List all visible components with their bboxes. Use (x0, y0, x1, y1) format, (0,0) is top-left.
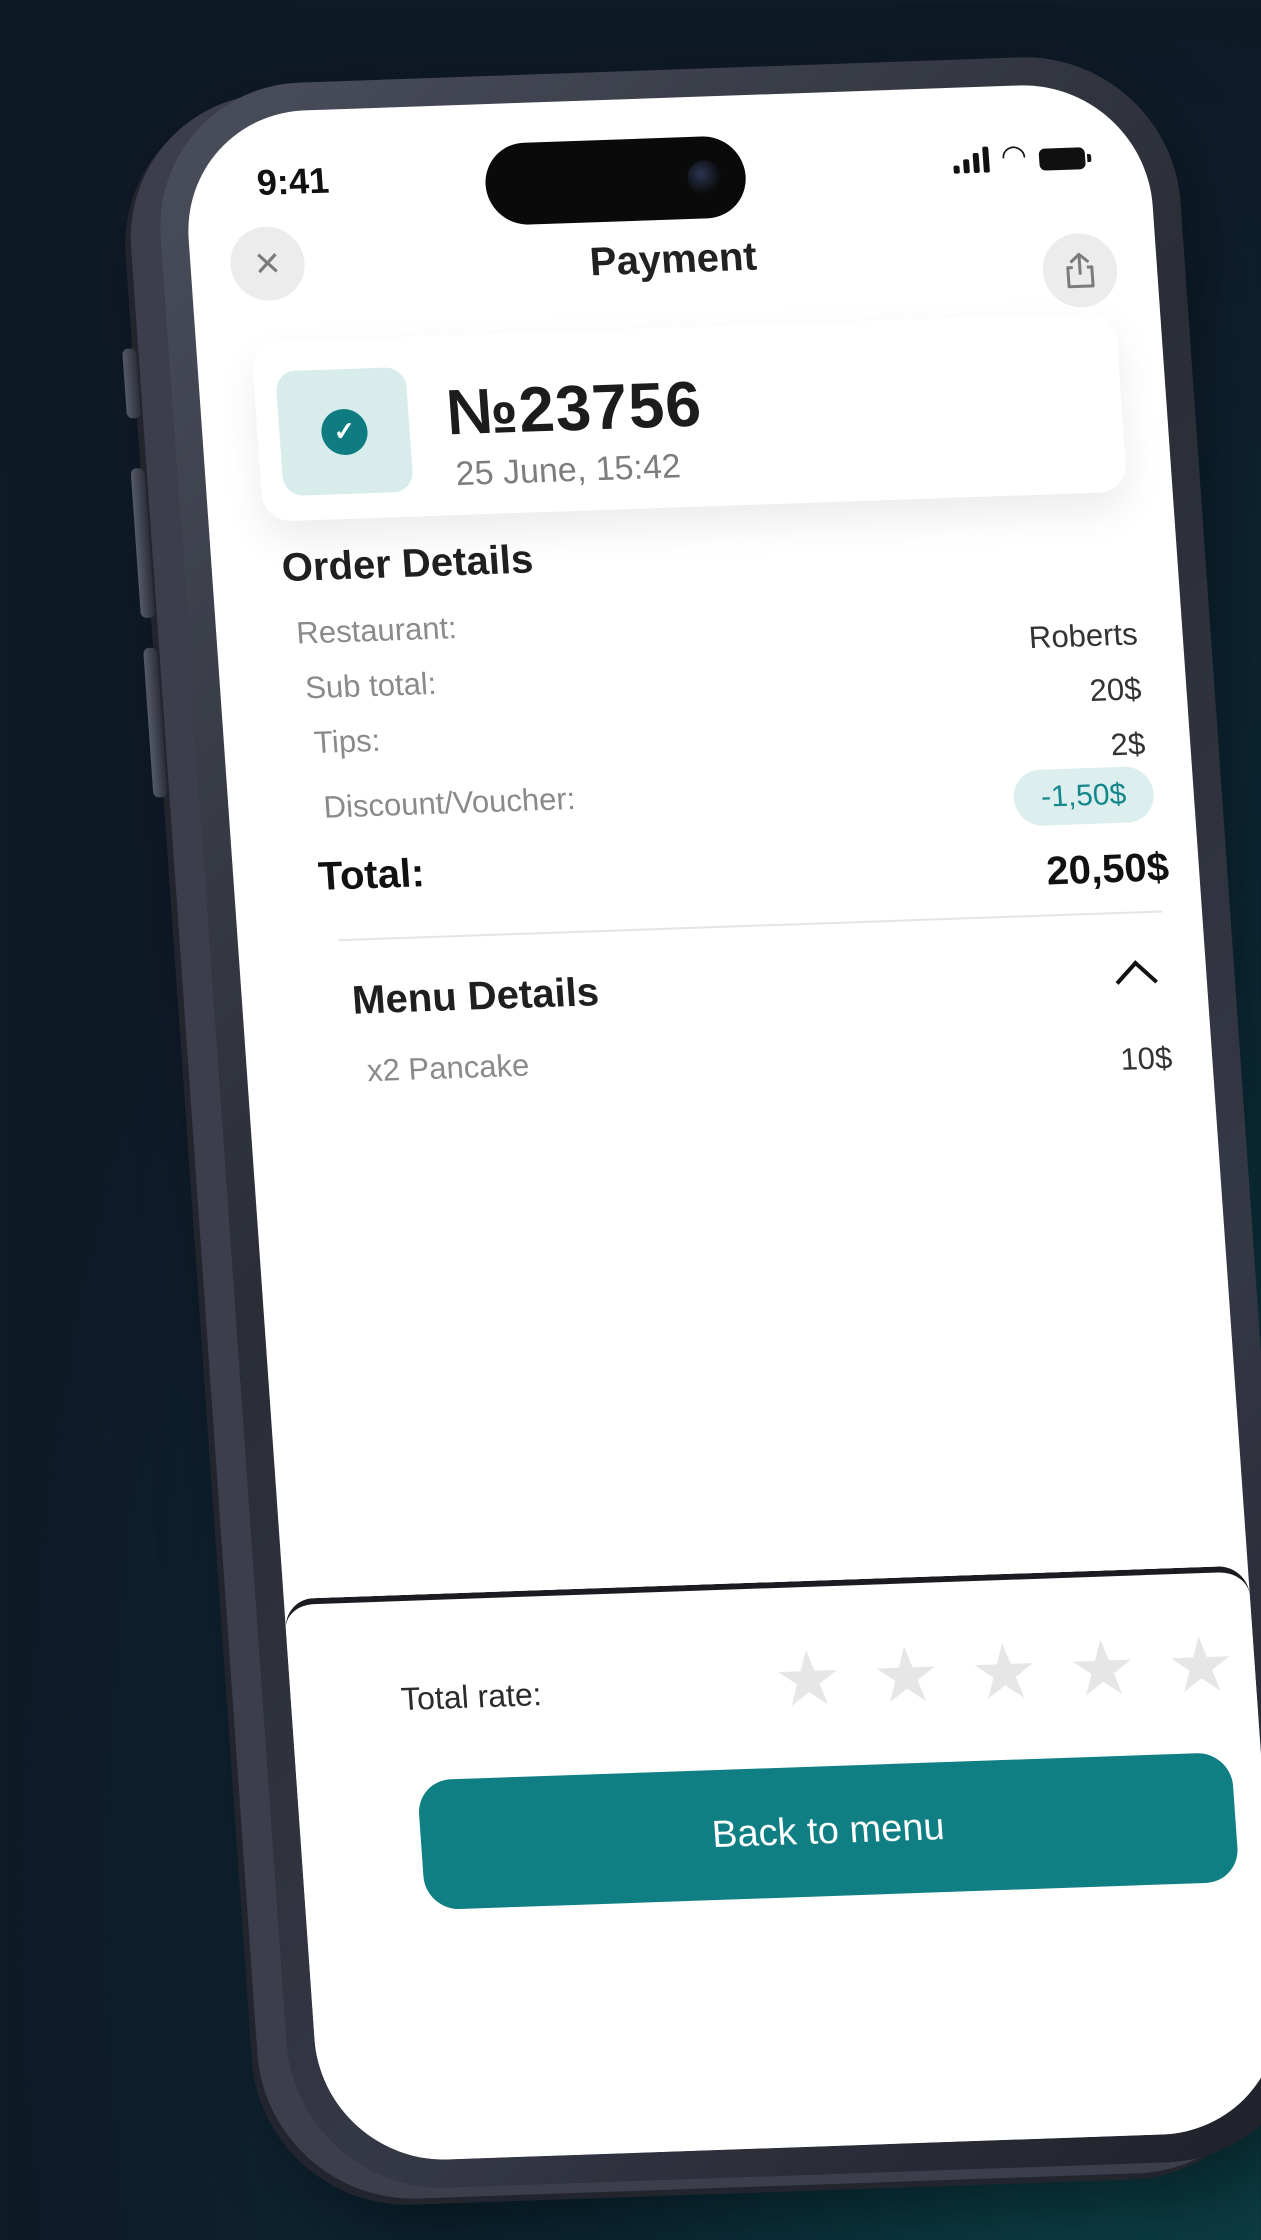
volume-down-button (143, 647, 168, 798)
bottom-sheet: Total rate: ★ ★ ★ ★ ★ Back to menu (283, 1565, 1261, 2164)
order-summary-card: ✓ №23756 25 June, 15:42 (250, 312, 1128, 522)
menu-item-price: 10$ (1119, 1040, 1174, 1077)
order-date: 25 June, 15:42 (454, 447, 682, 494)
star-icon[interactable]: ★ (1065, 1625, 1139, 1712)
screen: 9:41 ◠ × Payment ✓ №23756 25 June, 15:42… (179, 81, 1261, 2164)
status-icons: ◠ (952, 139, 1086, 174)
subtotal-label: Sub total: (304, 665, 438, 706)
battery-icon (1038, 147, 1086, 171)
rate-label: Total rate: (399, 1676, 543, 1718)
order-details-title: Order Details (280, 537, 535, 591)
action-button (122, 348, 142, 419)
total-value: 20,50$ (1044, 845, 1171, 894)
discount-label: Discount/Voucher: (322, 781, 577, 825)
star-icon[interactable]: ★ (771, 1636, 845, 1723)
dynamic-island (482, 135, 749, 226)
back-to-menu-button[interactable]: Back to menu (416, 1752, 1240, 1911)
chevron-up-icon[interactable] (1115, 960, 1158, 1003)
menu-details-title: Menu Details (350, 970, 601, 1023)
subtotal-value: 20$ (1088, 671, 1143, 708)
share-icon (1066, 252, 1095, 289)
wifi-icon: ◠ (999, 139, 1029, 174)
camera-icon (686, 159, 723, 195)
page-title: Payment (588, 234, 759, 285)
star-icon[interactable]: ★ (869, 1632, 943, 1719)
status-time: 9:41 (255, 159, 331, 204)
order-number: №23756 (443, 367, 705, 449)
star-icon[interactable]: ★ (967, 1629, 1041, 1716)
star-icon[interactable]: ★ (1164, 1622, 1238, 1709)
restaurant-label: Restaurant: (295, 610, 458, 651)
phone-mockup: 9:41 ◠ × Payment ✓ №23756 25 June, 15:42… (122, 52, 1261, 2193)
total-label: Total: (316, 851, 426, 899)
status-badge: ✓ (275, 366, 414, 497)
signal-icon (952, 146, 990, 174)
restaurant-value: Roberts (1027, 616, 1139, 656)
tips-value: 2$ (1109, 726, 1147, 763)
tips-label: Tips: (312, 722, 382, 761)
star-rating[interactable]: ★ ★ ★ ★ ★ (771, 1622, 1238, 1723)
volume-up-button (130, 468, 155, 619)
stage: 9:41 ◠ × Payment ✓ №23756 25 June, 15:42… (0, 0, 1261, 2240)
check-icon: ✓ (319, 407, 370, 456)
divider (337, 910, 1162, 942)
menu-item-name: x2 Pancake (365, 1047, 531, 1089)
discount-value: -1,50$ (1011, 765, 1156, 827)
